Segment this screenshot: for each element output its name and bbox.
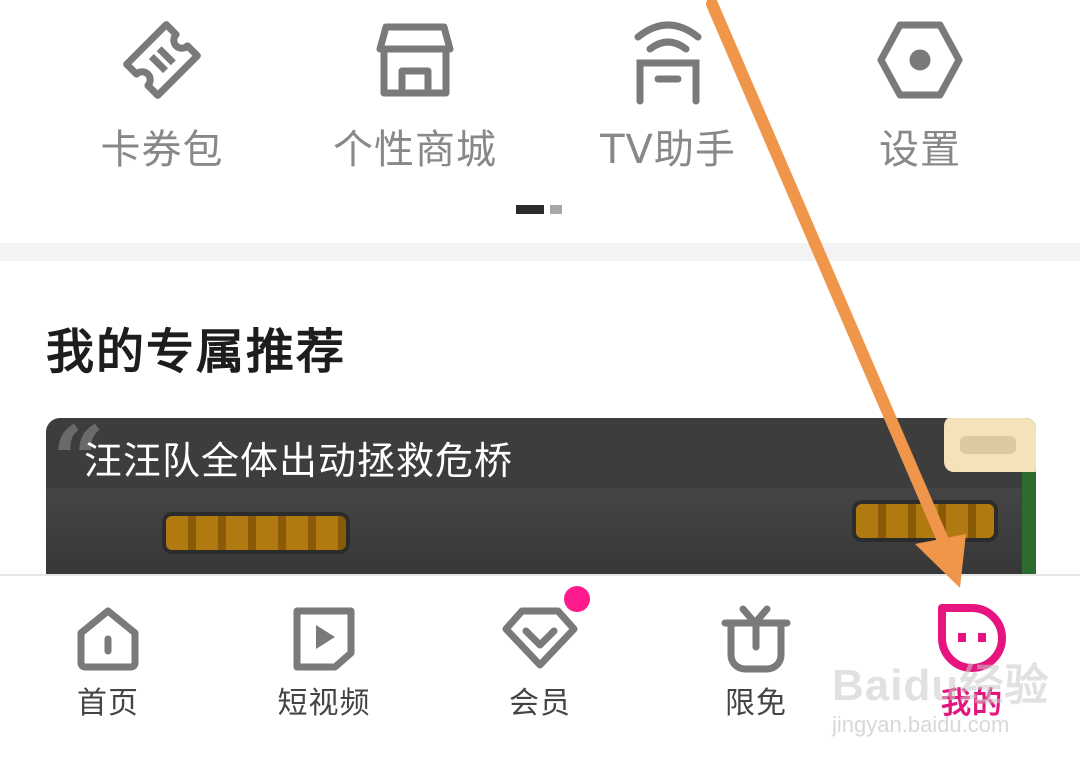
- ticket-icon: [107, 0, 217, 120]
- grid-item-store[interactable]: 个性商城: [295, 0, 535, 190]
- notification-dot: [564, 586, 590, 612]
- thumbnail-detail: [1022, 468, 1036, 578]
- blurred-badge: [944, 418, 1036, 472]
- gear-icon: [865, 0, 975, 120]
- watermark-logo: Baidu经验: [832, 661, 1050, 710]
- tv-remote-icon: [613, 0, 723, 120]
- tab-vip[interactable]: 会员: [432, 576, 648, 760]
- blurred-badge-content: [960, 436, 1016, 454]
- quick-access-grid: 卡券包 个性商城 TV助手 设置: [0, 0, 1080, 240]
- store-icon: [360, 0, 470, 120]
- gift-icon: [716, 598, 796, 678]
- section-title: 我的专属推荐: [46, 324, 347, 380]
- tab-label: 首页: [77, 686, 139, 721]
- recommendation-card[interactable]: “ 汪汪队全体出动拯救危桥: [46, 418, 1036, 578]
- tab-label: 会员: [509, 686, 571, 721]
- tab-home[interactable]: 首页: [0, 576, 216, 760]
- page-dot: [550, 205, 562, 214]
- page-dot-active: [516, 205, 544, 214]
- vip-diamond-icon: [500, 586, 590, 678]
- home-icon: [68, 598, 148, 678]
- grid-label: 个性商城: [333, 127, 497, 173]
- play-icon: [284, 598, 364, 678]
- grid-item-coupons[interactable]: 卡券包: [42, 0, 282, 190]
- grid-label: TV助手: [600, 127, 736, 173]
- thumbnail-detail: [856, 504, 994, 538]
- grid-label: 设置: [879, 127, 961, 173]
- thumbnail-detail: [166, 516, 346, 550]
- grid-item-tv-assistant[interactable]: TV助手: [548, 0, 788, 190]
- section-divider: [0, 243, 1080, 261]
- card-title: 汪汪队全体出动拯救危桥: [84, 439, 514, 483]
- tab-short-video[interactable]: 短视频: [216, 576, 432, 760]
- grid-item-settings[interactable]: 设置: [800, 0, 1040, 190]
- tab-label: 限免: [725, 686, 787, 721]
- watermark-url: jingyan.baidu.com: [832, 712, 1010, 737]
- tab-label: 短视频: [277, 686, 371, 721]
- page-indicator: [516, 205, 562, 214]
- grid-label: 卡券包: [100, 127, 224, 173]
